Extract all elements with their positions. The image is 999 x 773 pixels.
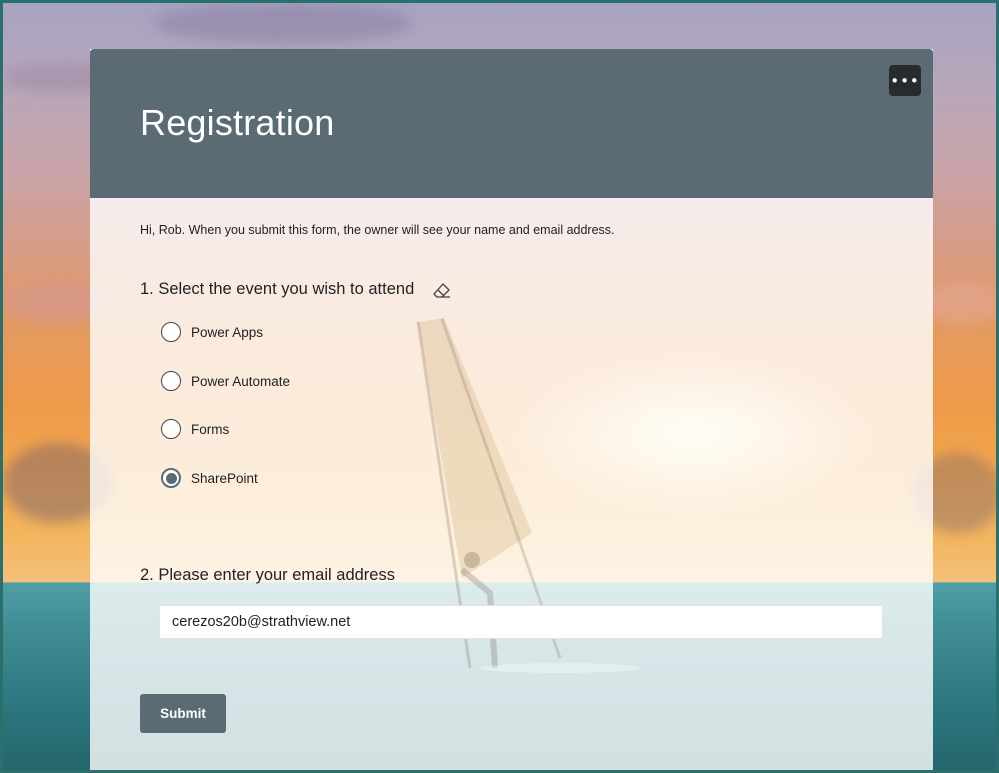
option-sharepoint[interactable]: SharePoint	[161, 466, 258, 490]
form-title: Registration	[140, 102, 335, 143]
email-input[interactable]	[159, 605, 883, 639]
eraser-icon[interactable]	[432, 281, 452, 301]
radio-button[interactable]	[161, 419, 181, 439]
question-1-title: 1. Select the event you wish to attend	[140, 280, 415, 298]
form-card: Registration ••• Hi, Rob. When you submi…	[90, 49, 933, 770]
form-header: Registration •••	[90, 49, 933, 198]
option-power-apps[interactable]: Power Apps	[161, 320, 263, 344]
radio-button-selected[interactable]	[161, 468, 181, 488]
option-forms[interactable]: Forms	[161, 417, 229, 441]
option-label: Forms	[191, 421, 230, 437]
ellipsis-icon: •••	[890, 71, 920, 90]
radio-button[interactable]	[161, 322, 181, 342]
option-label: SharePoint	[191, 470, 258, 486]
option-power-automate[interactable]: Power Automate	[161, 369, 290, 393]
option-label: Power Automate	[191, 373, 291, 389]
privacy-notice: Hi, Rob. When you submit this form, the …	[140, 223, 615, 237]
app-window: Registration ••• Hi, Rob. When you submi…	[0, 0, 999, 773]
more-options-button[interactable]: •••	[889, 65, 921, 96]
submit-button[interactable]: Submit	[140, 694, 226, 733]
radio-button[interactable]	[161, 371, 181, 391]
question-2-title: 2. Please enter your email address	[140, 566, 395, 584]
option-label: Power Apps	[191, 324, 264, 340]
